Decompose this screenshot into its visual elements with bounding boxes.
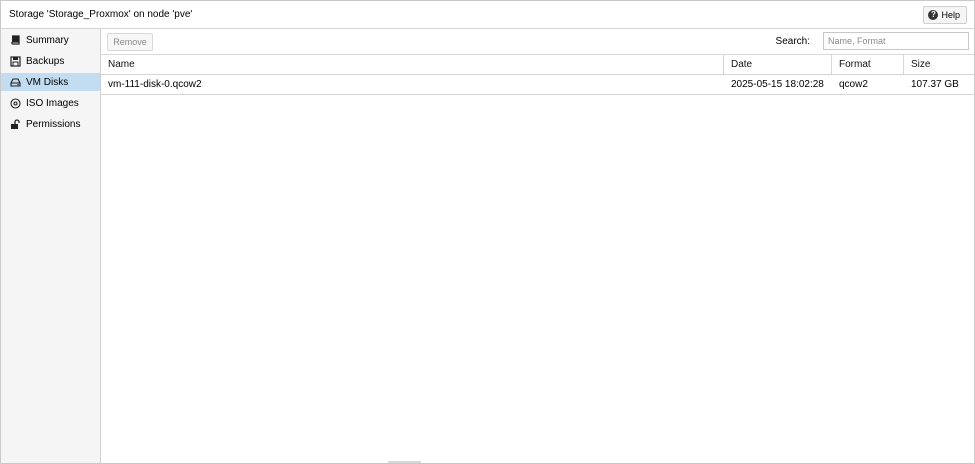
disc-icon [9,97,21,109]
sidebar: Summary Backups VM Disks ISO Images Perm… [1,29,101,463]
sidebar-item-label: VM Disks [26,76,69,88]
table-row[interactable]: vm-111-disk-0.qcow2 2025-05-15 18:02:28 … [101,75,974,95]
sidebar-item-permissions[interactable]: Permissions [1,115,100,133]
sidebar-item-label: ISO Images [26,97,79,109]
title-bar: Storage 'Storage_Proxmox' on node 'pve' … [1,1,974,29]
sidebar-item-vm-disks[interactable]: VM Disks [1,73,100,91]
floppy-icon [9,55,21,67]
column-header-date[interactable]: Date [723,55,831,74]
sidebar-item-label: Permissions [26,118,81,130]
sidebar-item-iso-images[interactable]: ISO Images [1,94,100,112]
storage-window: Storage 'Storage_Proxmox' on node 'pve' … [0,0,975,464]
book-icon [9,34,21,46]
column-header-size[interactable]: Size [903,55,974,74]
cell-name: vm-111-disk-0.qcow2 [108,79,202,90]
window-title: Storage 'Storage_Proxmox' on node 'pve' [9,9,193,20]
question-icon: ? [928,10,939,20]
search-input[interactable] [823,32,969,50]
cell-format: qcow2 [839,79,868,90]
grid-header: Name Date Format Size [101,55,974,75]
sidebar-item-backups[interactable]: Backups [1,52,100,70]
toolbar: Remove Search: [101,29,974,55]
help-label: Help [941,10,960,20]
sidebar-item-label: Summary [26,34,69,46]
resize-handle[interactable] [388,461,421,463]
unlock-icon [9,118,21,130]
cell-date: 2025-05-15 18:02:28 [731,79,824,90]
sidebar-item-label: Backups [26,55,65,67]
column-header-name[interactable]: Name [101,55,723,74]
cell-size: 107.37 GB [911,79,959,90]
search-label: Search: [775,36,810,47]
hdd-icon [9,76,21,88]
column-header-format[interactable]: Format [831,55,903,74]
help-button[interactable]: ? Help [923,6,967,24]
remove-button[interactable]: Remove [107,33,153,51]
sidebar-item-summary[interactable]: Summary [1,31,100,49]
